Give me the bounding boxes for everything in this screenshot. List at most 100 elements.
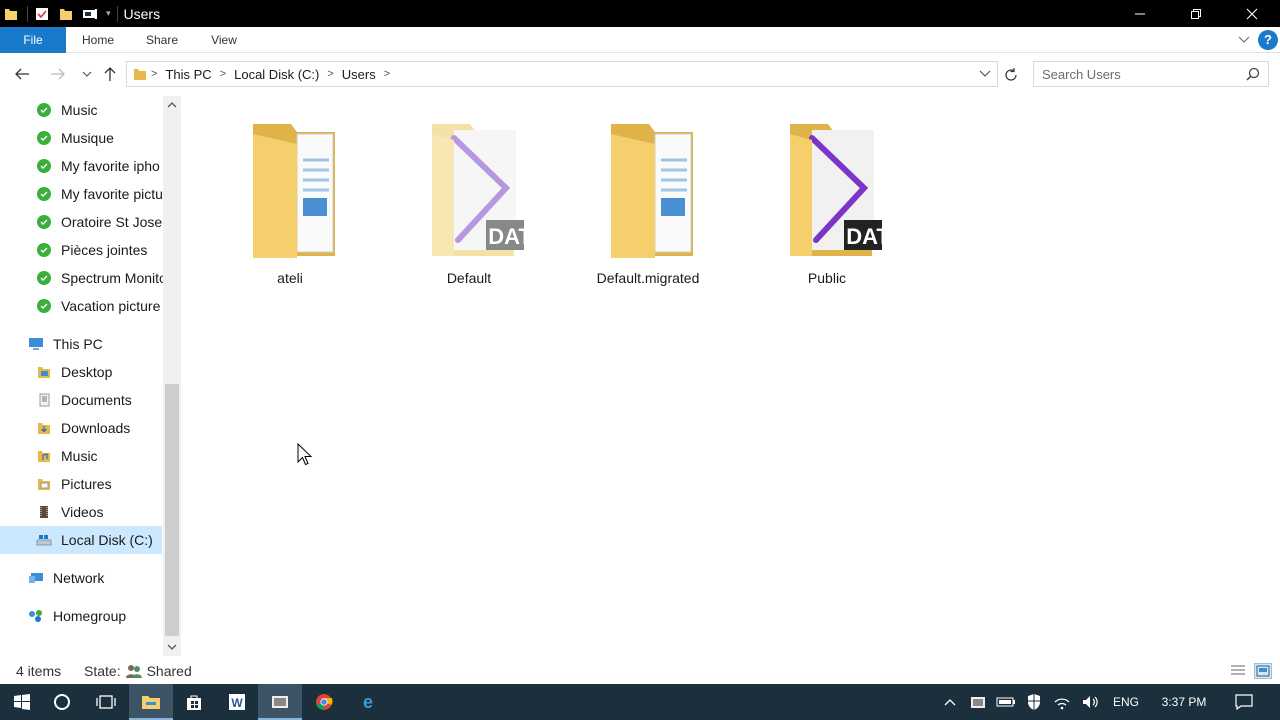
file-item-ateli[interactable]: ateli — [220, 120, 360, 290]
start-button[interactable] — [0, 684, 44, 720]
recent-locations-button[interactable] — [77, 64, 97, 84]
nav-item-downloads[interactable]: Downloads — [36, 414, 164, 442]
tab-home[interactable]: Home — [66, 27, 130, 53]
address-history-icon[interactable] — [979, 67, 991, 82]
tray-clock[interactable]: 3:37 PM — [1150, 684, 1218, 720]
back-button[interactable] — [12, 64, 32, 84]
store-icon — [187, 695, 201, 710]
tray-app[interactable] — [966, 684, 990, 720]
file-item-public[interactable]: DAT Public — [757, 120, 897, 290]
file-item-default[interactable]: DAT Default — [399, 120, 539, 290]
properties-icon[interactable] — [34, 6, 50, 22]
nav-item-local-disk[interactable]: Local Disk (C:) — [0, 526, 162, 554]
nav-item-oratoire[interactable]: Oratoire St Josep — [36, 208, 164, 236]
nav-item-label: Music — [61, 102, 98, 118]
tab-share[interactable]: Share — [130, 27, 194, 53]
nav-item-homegroup[interactable]: Homegroup — [28, 602, 164, 630]
nav-item-music-quick[interactable]: Music — [36, 96, 164, 124]
minimize-button[interactable] — [1112, 0, 1168, 27]
this-pc-icon — [28, 336, 44, 352]
taskbar-word[interactable]: W — [215, 684, 259, 720]
nav-item-documents[interactable]: Documents — [36, 386, 164, 414]
folder-documents-icon — [611, 124, 693, 258]
file-list[interactable]: ateli DAT Default Default.migrated — [181, 96, 1280, 656]
tray-language[interactable]: ENG — [1104, 684, 1148, 720]
address-bar[interactable]: > This PC > Local Disk (C:) > Users > — [126, 61, 998, 87]
scrollbar-thumb[interactable] — [165, 384, 179, 636]
nav-pane-scrollbar[interactable] — [163, 96, 181, 656]
shield-icon — [1028, 694, 1040, 710]
tray-battery[interactable] — [994, 684, 1018, 720]
expand-ribbon-icon[interactable] — [1238, 33, 1250, 48]
tray-volume[interactable] — [1078, 684, 1102, 720]
tray-security[interactable] — [1022, 684, 1046, 720]
synced-folder-icon — [36, 102, 52, 118]
refresh-icon — [1005, 68, 1017, 81]
close-button[interactable] — [1224, 0, 1280, 27]
help-button[interactable]: ? — [1258, 30, 1278, 50]
nav-item-this-pc[interactable]: This PC — [28, 330, 164, 358]
show-hidden-icons-button[interactable] — [938, 684, 962, 720]
taskbar-file-explorer[interactable] — [129, 684, 173, 720]
details-view-icon[interactable] — [1230, 663, 1246, 679]
nav-item-pieces-jointes[interactable]: Pièces jointes — [36, 236, 164, 264]
breadcrumb-users[interactable]: Users — [342, 67, 376, 82]
nav-item-spectrum-monitor[interactable]: Spectrum Monito — [36, 264, 164, 292]
quick-access-toolbar: ▾ — [0, 0, 124, 27]
windows-logo-icon — [14, 694, 30, 710]
breadcrumb-separator[interactable]: > — [327, 68, 333, 80]
file-item-default-migrated[interactable]: Default.migrated — [578, 120, 718, 290]
ribbon-tabs: File Home Share View ? — [0, 27, 1280, 53]
nav-item-videos[interactable]: Videos — [36, 498, 164, 526]
taskbar-edge[interactable]: e — [346, 684, 390, 720]
scroll-up-icon[interactable] — [163, 96, 181, 114]
breadcrumb-separator[interactable]: > — [220, 68, 226, 80]
file-name: Default.migrated — [596, 270, 700, 286]
nav-item-desktop[interactable]: Desktop — [36, 358, 164, 386]
navigation-row: > This PC > Local Disk (C:) > Users > — [0, 54, 1280, 94]
synced-folder-icon — [36, 270, 52, 286]
taskbar-video-app[interactable] — [258, 684, 302, 720]
breadcrumb-this-pc[interactable]: This PC — [165, 67, 211, 82]
svg-text:DAT: DAT — [846, 224, 882, 249]
cortana-button[interactable] — [40, 684, 84, 720]
search-icon[interactable] — [1246, 67, 1260, 84]
nav-item-vacation-pictures[interactable]: Vacation picture — [36, 292, 164, 320]
nav-item-label: Network — [53, 570, 105, 586]
nav-item-favorite-pictures[interactable]: My favorite pictu — [36, 180, 164, 208]
rename-icon[interactable] — [82, 6, 98, 22]
new-folder-icon[interactable] — [58, 6, 74, 22]
task-view-button[interactable] — [84, 684, 128, 720]
mouse-cursor-icon — [297, 443, 313, 466]
minimize-icon — [1135, 13, 1145, 14]
breadcrumb-local-disk[interactable]: Local Disk (C:) — [234, 67, 319, 82]
status-bar: 4 items State: Shared — [0, 658, 1280, 684]
synced-folder-icon — [36, 298, 52, 314]
taskbar-chrome[interactable] — [302, 684, 346, 720]
nav-item-favorite-iphone[interactable]: My favorite ipho — [36, 152, 164, 180]
nav-item-pictures[interactable]: Pictures — [36, 470, 164, 498]
tab-file[interactable]: File — [0, 27, 66, 53]
tab-view[interactable]: View — [194, 27, 254, 53]
search-input[interactable] — [1034, 62, 1234, 86]
forward-button[interactable] — [48, 64, 68, 84]
up-button[interactable] — [100, 64, 120, 84]
nav-item-network[interactable]: Network — [28, 564, 164, 592]
window-controls — [1112, 0, 1280, 27]
breadcrumb-separator[interactable]: > — [384, 68, 390, 80]
scroll-down-icon[interactable] — [163, 638, 181, 656]
nav-item-music[interactable]: Music — [36, 442, 164, 470]
search-box[interactable] — [1033, 61, 1269, 87]
restore-button[interactable] — [1168, 0, 1224, 27]
customize-toolbar-icon[interactable]: ▾ — [106, 8, 111, 19]
taskbar-store[interactable] — [172, 684, 216, 720]
nav-item-musique[interactable]: Musique — [36, 124, 164, 152]
large-icons-view-icon[interactable] — [1254, 663, 1272, 679]
notification-icon — [1235, 694, 1253, 710]
downloads-folder-icon — [36, 420, 52, 436]
nav-item-label: My favorite ipho — [61, 158, 160, 174]
tray-wifi[interactable] — [1050, 684, 1074, 720]
breadcrumb-separator[interactable]: > — [151, 68, 157, 80]
refresh-button[interactable] — [1000, 64, 1022, 86]
action-center-button[interactable] — [1226, 684, 1262, 720]
